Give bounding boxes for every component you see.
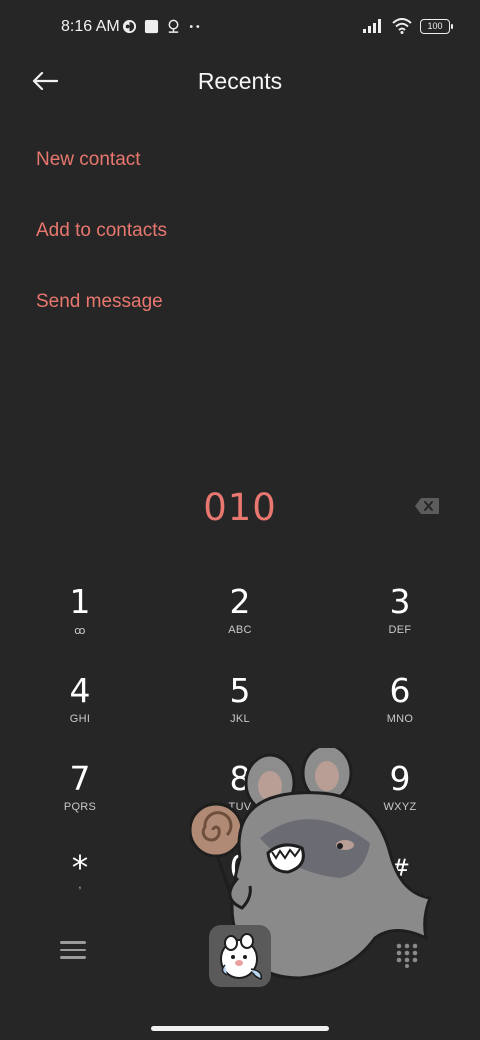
backspace-icon xyxy=(415,498,439,514)
location-icon xyxy=(168,19,179,33)
dialpad-icon xyxy=(396,943,418,968)
signal-icon xyxy=(363,19,381,33)
header: Recents xyxy=(0,56,480,108)
key-digit: 2 xyxy=(229,582,251,621)
wifi-icon xyxy=(392,18,412,34)
key-digit: 8 xyxy=(229,759,251,798)
key-9[interactable]: 9 WXYZ xyxy=(345,760,455,840)
add-to-contacts-action[interactable]: Add to contacts xyxy=(36,220,167,242)
key-letters: GHI xyxy=(69,713,91,725)
new-contact-action[interactable]: New contact xyxy=(36,149,141,171)
notification-icon xyxy=(122,19,137,34)
voicemail-icon: ꝏ xyxy=(74,625,86,637)
key-digit: 9 xyxy=(389,759,411,798)
menu-icon xyxy=(60,941,86,944)
status-icons-left xyxy=(122,19,202,34)
key-hash[interactable]: # xyxy=(345,849,455,929)
key-letters: , xyxy=(78,879,82,891)
status-bar: 8:16 AM 100 xyxy=(0,0,480,56)
key-2[interactable]: 2 ABC xyxy=(185,583,295,663)
key-letters: PQRS xyxy=(63,801,97,813)
menu-button[interactable] xyxy=(60,941,86,965)
dialpad-toggle-button[interactable] xyxy=(395,942,419,968)
key-4[interactable]: 4 GHI xyxy=(25,672,135,752)
key-digit: 5 xyxy=(229,671,251,710)
key-3[interactable]: 3 DEF xyxy=(345,583,455,663)
key-letters: ABC xyxy=(228,624,252,636)
more-dots-icon xyxy=(189,25,200,28)
key-digit: 6 xyxy=(389,671,411,710)
status-icons-right: 100 xyxy=(362,18,453,34)
key-1[interactable]: 1 ꝏ xyxy=(25,583,135,663)
call-button[interactable] xyxy=(209,925,271,987)
key-star[interactable]: * , xyxy=(25,849,135,929)
backspace-button[interactable] xyxy=(414,497,440,515)
dialed-number: 010 xyxy=(203,486,277,529)
key-digit: 7 xyxy=(69,759,91,798)
key-letters: MNO xyxy=(386,713,414,725)
key-digit: 4 xyxy=(69,671,91,710)
call-sticker-icon xyxy=(220,933,263,980)
key-letters: JKL xyxy=(230,713,250,725)
key-digit: # xyxy=(389,854,411,882)
key-0[interactable]: 0 + xyxy=(185,849,295,929)
key-digit: 1 xyxy=(69,582,91,621)
home-indicator[interactable] xyxy=(151,1026,329,1031)
send-message-action[interactable]: Send message xyxy=(36,291,163,313)
square-icon xyxy=(144,19,159,34)
status-time: 8:16 AM xyxy=(61,18,120,35)
battery-icon: 100 xyxy=(420,18,453,34)
key-7[interactable]: 7 PQRS xyxy=(25,760,135,840)
key-8[interactable]: 8 TUV xyxy=(185,760,295,840)
key-digit: 0 xyxy=(229,848,251,887)
key-digit: 3 xyxy=(389,582,411,621)
key-5[interactable]: 5 JKL xyxy=(185,672,295,752)
key-letters: WXYZ xyxy=(383,801,417,813)
key-letters: TUV xyxy=(228,801,252,813)
key-6[interactable]: 6 MNO xyxy=(345,672,455,752)
key-letters: + xyxy=(236,883,244,895)
page-title: Recents xyxy=(197,68,283,94)
key-letters: DEF xyxy=(388,624,412,636)
